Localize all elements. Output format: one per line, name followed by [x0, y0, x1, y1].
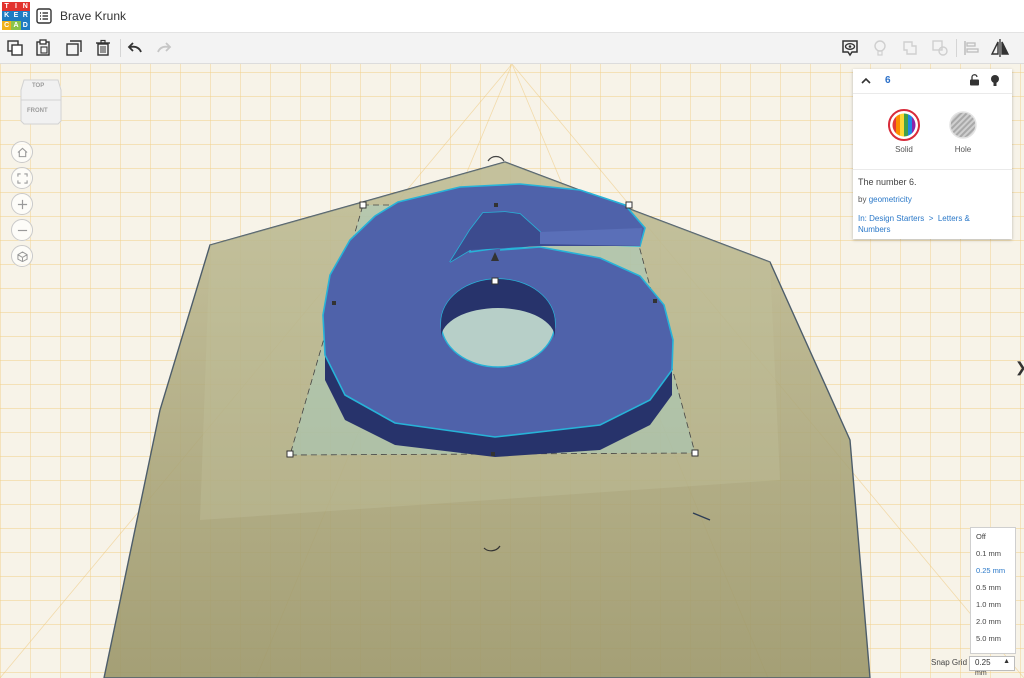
shape-inspector-panel: 6 Solid Hole The number 6. by geometrici…	[853, 69, 1012, 239]
light-bulb-icon[interactable]	[990, 74, 1000, 87]
zoom-out-button[interactable]	[11, 219, 33, 241]
snap-option[interactable]: 1.0 mm	[971, 596, 1015, 613]
logo-letter: C	[2, 20, 12, 30]
shape-name[interactable]: 6	[885, 75, 891, 86]
logo-letter: T	[2, 2, 12, 12]
light-bulb-icon[interactable]	[869, 37, 891, 59]
logo-letter: N	[20, 2, 30, 12]
inspector-header: 6	[853, 69, 1012, 94]
show-hide-icon[interactable]	[839, 37, 861, 59]
zoom-out-icon	[17, 229, 27, 231]
toolbar-divider	[120, 39, 121, 57]
author-line: by geometricity	[858, 195, 912, 204]
tinkercad-logo[interactable]: T I N K E R C A D	[2, 2, 30, 30]
hole-swatch[interactable]	[947, 109, 979, 141]
snap-grid-label: Snap Grid	[931, 658, 968, 667]
fit-view-button[interactable]	[11, 167, 33, 189]
solid-label: Solid	[895, 145, 913, 154]
logo-letter: K	[2, 11, 12, 21]
snap-grid-value: 0.25	[975, 658, 991, 667]
expand-panel-chevron-icon[interactable]: ❯	[1015, 359, 1024, 376]
snap-grid-unit: mm	[975, 670, 987, 677]
unlock-icon[interactable]	[969, 74, 980, 86]
design-list-icon[interactable]	[36, 8, 52, 24]
caret-up-icon: ▲	[1003, 658, 1010, 665]
toolbar-divider	[956, 39, 957, 57]
align-icon[interactable]	[960, 37, 982, 59]
collapse-chevron-icon[interactable]	[861, 76, 871, 86]
redo-icon[interactable]	[153, 37, 175, 59]
copy-icon[interactable]	[4, 37, 26, 59]
top-bar: T I N K E R C A D Brave Krunk	[0, 0, 1024, 33]
snap-option-selected[interactable]: 0.25 mm	[971, 562, 1015, 579]
snap-option[interactable]: 0.5 mm	[971, 579, 1015, 596]
shape-description: The number 6.	[858, 177, 917, 187]
solid-color-swatch[interactable]	[888, 109, 920, 141]
zoom-in-button[interactable]	[11, 193, 33, 215]
perspective-button[interactable]	[11, 245, 33, 267]
breadcrumb-separator: >	[928, 214, 934, 223]
mirror-icon[interactable]	[989, 37, 1011, 59]
duplicate-icon[interactable]	[63, 37, 85, 59]
viewcube-top-label: TOP	[32, 83, 45, 89]
undo-icon[interactable]	[124, 37, 146, 59]
author-link[interactable]: geometricity	[869, 195, 912, 204]
hole-label: Hole	[954, 145, 972, 154]
category-link[interactable]: Design Starters	[869, 214, 924, 223]
logo-letter: R	[20, 11, 30, 21]
logo-letter: I	[11, 2, 21, 12]
snap-option[interactable]: 0.1 mm	[971, 545, 1015, 562]
home-view-button[interactable]	[11, 141, 33, 163]
edit-toolbar	[0, 33, 1024, 64]
in-prefix: In:	[858, 214, 867, 223]
snap-grid-dropdown: Off 0.1 mm 0.25 mm 0.5 mm 1.0 mm 2.0 mm …	[970, 527, 1016, 654]
logo-letter: D	[20, 20, 30, 30]
subcategory-link-line2[interactable]: Numbers	[858, 225, 890, 234]
snap-option[interactable]: 5.0 mm	[971, 630, 1015, 647]
home-icon	[17, 147, 27, 157]
viewcube-front-label: FRONT	[27, 108, 48, 114]
logo-letter: A	[11, 20, 21, 30]
subcategory-link[interactable]: Letters &	[938, 214, 970, 223]
trash-icon[interactable]	[92, 37, 114, 59]
by-prefix: by	[858, 195, 867, 204]
fit-view-icon	[16, 172, 28, 184]
ungroup-icon[interactable]	[929, 37, 951, 59]
snap-grid-select[interactable]: 0.25 ▲	[969, 656, 1015, 671]
panel-divider	[853, 169, 1012, 170]
category-breadcrumb: In: Design Starters > Letters & Numbers	[858, 213, 1008, 235]
snap-option[interactable]: Off	[971, 528, 1015, 545]
group-icon[interactable]	[899, 37, 921, 59]
perspective-icon	[16, 250, 28, 262]
zoom-in-icon	[17, 199, 27, 209]
snap-option[interactable]: 2.0 mm	[971, 613, 1015, 630]
project-title[interactable]: Brave Krunk	[60, 9, 126, 23]
paste-icon[interactable]	[32, 37, 54, 59]
logo-letter: E	[11, 11, 21, 21]
